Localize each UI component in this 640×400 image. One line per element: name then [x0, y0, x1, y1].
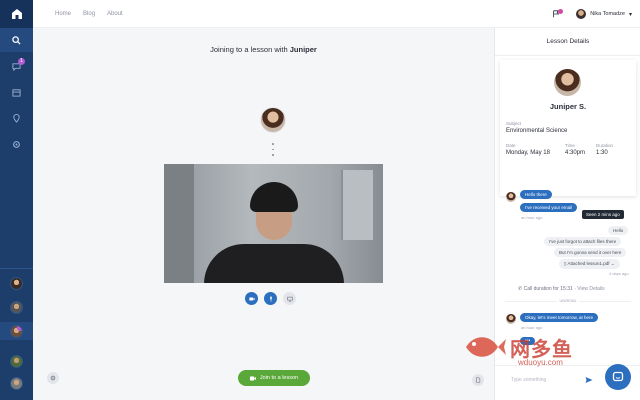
app-logo[interactable] — [0, 0, 33, 28]
duration-value: 1:30 — [596, 150, 608, 156]
time-label: Time — [565, 143, 575, 148]
house-logo-icon — [11, 9, 22, 19]
tutor-card-name: Juniper S. — [549, 102, 587, 111]
chat-tutor-avatar — [506, 314, 516, 324]
chevron-down-icon: ▾ — [628, 11, 632, 18]
joining-prefix: Joining to a lesson with — [210, 45, 288, 54]
gear-icon — [50, 375, 56, 381]
top-bar: Home Blog About Nika Tomadze ▾ — [33, 0, 640, 28]
search-icon — [12, 35, 21, 45]
rail-search-button[interactable] — [0, 28, 33, 52]
tutor-card: Juniper S. Subject Environmental Science… — [500, 60, 636, 196]
nav-blog-link[interactable]: Blog — [83, 11, 95, 17]
outgoing-message: Hello — [608, 226, 629, 235]
date-label: Date — [506, 143, 516, 148]
watermark: 网多鱼 wduoyu.com — [460, 330, 573, 367]
incoming-message: Hello there — [520, 190, 552, 199]
contact-avatar[interactable] — [10, 277, 23, 290]
join-lesson-label: Join to a lesson — [259, 375, 299, 381]
chat-bubble-icon — [612, 371, 624, 382]
seen-tooltip: Seen 2 mins ago — [582, 210, 624, 219]
rail-location-button[interactable] — [0, 106, 33, 130]
chevron-down-icon: ⌄ — [610, 261, 615, 266]
rail-messages-button[interactable]: 1 — [0, 54, 33, 78]
incoming-message: Okay, let's meet tomorrow, at here — [520, 313, 599, 322]
chat-input[interactable]: Type something — [511, 377, 546, 383]
panel-title: Lesson Details — [495, 28, 640, 56]
subject-label: Subject — [506, 121, 522, 126]
camera-toggle-button[interactable] — [245, 292, 258, 305]
top-nav: Home Blog About — [55, 0, 123, 28]
rail-calendar-button[interactable] — [0, 80, 33, 104]
message-time: 4 days ago — [609, 271, 629, 276]
outgoing-message: But I'm gonna send it over here — [554, 248, 627, 257]
calendar-icon — [12, 88, 21, 97]
screen-share-button[interactable] — [283, 292, 296, 305]
tutor-avatar — [260, 107, 286, 133]
video-camera-icon — [248, 297, 255, 300]
fish-logo-icon — [466, 337, 506, 357]
chat-tutor-avatar — [506, 192, 516, 202]
rail-settings-button[interactable] — [0, 132, 33, 156]
nav-home-link[interactable]: Home — [55, 11, 71, 17]
call-details-link[interactable]: View Details — [577, 286, 604, 292]
subject-value: Environmental Science — [506, 128, 568, 134]
left-rail: 1 — [0, 0, 33, 400]
outgoing-message: I've just forgot to attach files there — [544, 237, 622, 246]
user-avatar — [576, 9, 587, 19]
lesson-lobby: Joining to a lesson with Juniper Join to… — [33, 28, 494, 400]
user-name: Nika Tomadze — [590, 11, 625, 17]
message-time: an hour ago — [521, 215, 543, 220]
app-window: 1 Home Blog About Nika Tomadze ▾ Joining… — [0, 0, 640, 400]
unread-label: UNREAD — [495, 298, 640, 303]
media-controls — [245, 292, 296, 305]
connecting-dots — [272, 143, 274, 160]
self-video-preview — [164, 164, 383, 283]
messages-badge: 1 — [18, 58, 25, 65]
contact-avatar[interactable] — [10, 377, 23, 390]
joining-tutor-name: Juniper — [289, 45, 317, 54]
tutor-card-avatar — [554, 69, 581, 96]
gear-icon — [13, 140, 20, 148]
duration-label: Duration — [596, 143, 614, 148]
attachment-filename[interactable]: lesson1.pdf — [587, 261, 610, 266]
top-right-controls: Nika Tomadze ▾ — [550, 0, 640, 28]
attachment-message[interactable]: ▯ Attached lesson1.pdf ⌄ — [559, 259, 620, 269]
notification-badge — [558, 9, 564, 14]
lobby-settings-button[interactable] — [47, 372, 59, 384]
monitor-icon — [286, 296, 293, 302]
support-chat-button[interactable] — [605, 364, 631, 390]
location-pin-icon — [13, 113, 20, 123]
contact-avatar[interactable] — [10, 301, 23, 314]
date-value: Monday, May 18 — [506, 150, 550, 156]
microphone-toggle-button[interactable] — [264, 292, 277, 305]
microphone-icon — [269, 295, 272, 302]
user-menu[interactable]: Nika Tomadze ▾ — [576, 9, 632, 19]
rail-divider — [0, 268, 33, 269]
notifications-button[interactable] — [550, 8, 564, 20]
join-lesson-button[interactable]: Join to a lesson — [238, 370, 310, 386]
time-value: 4:30pm — [565, 150, 586, 156]
call-duration-text: Call duration for 15:31 — [523, 286, 573, 292]
video-camera-icon — [249, 376, 256, 380]
call-summary: ✆ Call duration for 15:31 · View Details — [518, 286, 605, 292]
nav-about-link[interactable]: About — [107, 11, 123, 17]
watermark-domain: wduoyu.com — [518, 358, 563, 367]
document-icon — [476, 377, 481, 383]
lobby-files-button[interactable] — [472, 374, 484, 386]
send-icon[interactable] — [585, 376, 593, 384]
joining-heading: Joining to a lesson with Juniper — [33, 45, 494, 54]
contact-avatar[interactable] — [10, 355, 23, 368]
incoming-message: I've received your email — [520, 203, 578, 212]
contact-avatar[interactable] — [10, 325, 23, 338]
attachment-label: Attached — [567, 261, 586, 266]
